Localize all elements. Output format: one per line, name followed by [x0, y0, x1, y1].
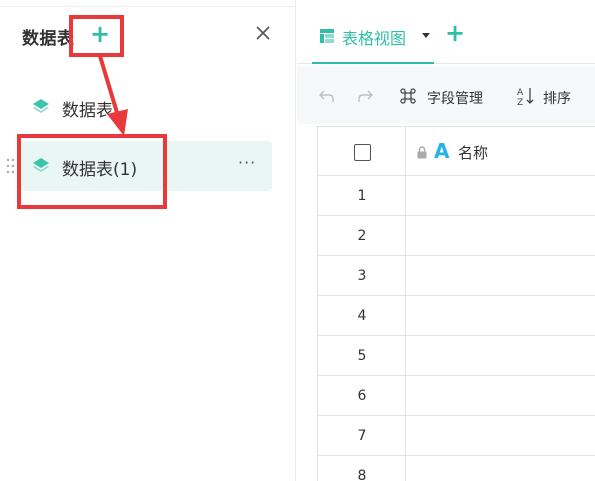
select-all-checkbox[interactable]	[354, 144, 371, 161]
app-root: 数据表 + 数据表 数据表(1) ··· 表格视图 + 字段管理 A Z 排序 …	[0, 0, 595, 481]
field-manage-label: 字段管理	[427, 91, 483, 107]
row-number: 5	[357, 348, 367, 364]
row-number: 8	[357, 468, 367, 481]
add-view-button[interactable]: +	[445, 21, 465, 45]
table-row[interactable]: 2	[318, 216, 595, 256]
row-number: 2	[357, 228, 367, 244]
undo-icon	[319, 90, 334, 102]
lock-icon	[417, 144, 427, 159]
divider	[0, 6, 296, 7]
chevron-down-icon[interactable]	[422, 33, 430, 38]
row-number: 6	[357, 388, 367, 404]
toolbar: 字段管理 A Z 排序	[297, 66, 595, 124]
text-field-type-icon: A	[434, 139, 450, 163]
annotation-arrow	[98, 54, 128, 136]
table-cell[interactable]	[407, 416, 595, 455]
sidebar: 数据表 + 数据表 数据表(1) ···	[0, 0, 296, 481]
annotation-highlight-add	[69, 15, 124, 57]
table-row[interactable]: 5	[318, 336, 595, 376]
table-cell[interactable]	[407, 336, 595, 375]
sidebar-item-table[interactable]: 数据表	[20, 82, 272, 132]
annotation-highlight-new-table	[17, 134, 167, 209]
table-cell[interactable]	[407, 256, 595, 295]
svg-text:Z: Z	[517, 98, 523, 106]
row-number: 3	[357, 268, 367, 284]
table-cell[interactable]	[407, 296, 595, 335]
table-row[interactable]: 4	[318, 296, 595, 336]
more-options-button[interactable]: ···	[238, 153, 256, 172]
main-area: 表格视图 + 字段管理 A Z 排序 A 名称 1 2 3 4 5 6 7 8	[297, 0, 595, 481]
table-cell[interactable]	[407, 176, 595, 215]
plus-icon: +	[445, 19, 466, 47]
close-sidebar-button[interactable]	[252, 22, 274, 44]
close-icon	[256, 26, 270, 40]
view-tab-bar: 表格视图 +	[297, 6, 595, 64]
redo-button[interactable]	[357, 88, 373, 102]
table-row[interactable]: 7	[318, 416, 595, 456]
sort-icon: A Z	[517, 86, 535, 108]
row-number: 4	[357, 308, 367, 324]
row-number: 7	[357, 428, 367, 444]
sort-label: 排序	[543, 91, 571, 107]
column-header-name[interactable]: 名称	[458, 142, 488, 163]
table-row[interactable]: 6	[318, 376, 595, 416]
grid-header: A 名称	[318, 126, 595, 176]
table-cell[interactable]	[407, 376, 595, 415]
command-icon	[399, 87, 417, 105]
tab-grid-view[interactable]: 表格视图	[312, 6, 434, 64]
index-column-header	[318, 127, 406, 175]
table-cell[interactable]	[407, 216, 595, 255]
undo-button[interactable]	[319, 88, 335, 102]
grid-view-icon	[320, 28, 334, 43]
sidebar-title: 数据表	[22, 29, 75, 49]
data-grid: A 名称 1 2 3 4 5 6 7 8	[317, 126, 595, 481]
drag-handle[interactable]	[6, 157, 16, 175]
table-row[interactable]: 3	[318, 256, 595, 296]
tab-label: 表格视图	[342, 29, 407, 48]
table-cell[interactable]	[407, 456, 595, 481]
svg-text:A: A	[517, 88, 524, 98]
redo-icon	[358, 90, 373, 102]
table-row[interactable]: 8	[318, 456, 595, 481]
layers-icon	[32, 97, 50, 115]
table-row[interactable]: 1	[318, 176, 595, 216]
row-number: 1	[357, 188, 367, 204]
